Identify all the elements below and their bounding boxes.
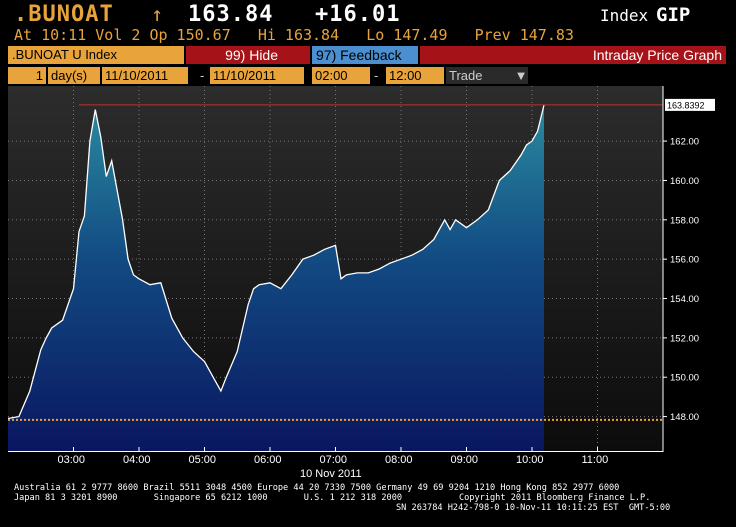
main-toolbar: .BUNOAT U Index 99) Hide 97) Feedback In… [8, 46, 726, 66]
up-arrow-icon: ↑ [151, 2, 164, 26]
y-tick-label: 152.00 [670, 333, 699, 344]
period-unit-select[interactable]: day(s) [48, 67, 100, 84]
x-tick-label: 06:00 [254, 454, 282, 466]
x-tick-label: 03:00 [57, 454, 86, 466]
security-field[interactable]: .BUNOAT U Index [8, 46, 184, 64]
y-tick-label: 154.00 [670, 294, 699, 305]
y-tick-label: 148.00 [670, 412, 699, 423]
y-axis: 148.00 150.00 152.00 154.00 156.00 158.00 160.… [662, 86, 699, 452]
y-tick-label: 158.00 [670, 215, 699, 226]
y-tick-label: 162.00 [670, 137, 699, 148]
index-label: Index [600, 6, 649, 25]
chevron-down-icon[interactable]: ▼ [514, 67, 528, 84]
price-change: +16.01 [315, 2, 401, 27]
ticker-symbol[interactable]: .BUNOAT [14, 2, 114, 27]
mode-select[interactable]: Trade [446, 67, 514, 84]
controls-toolbar: 1 day(s) 11/10/2011 - 11/10/2011 02:00 -… [8, 67, 726, 85]
footer-contacts-line1: Australia 61 2 9777 8600 Brazil 5511 304… [14, 483, 620, 493]
footer-contacts-line2: Japan 81 3 3201 8900 Singapore 65 6212 1… [14, 493, 651, 503]
quote-header: .BUNOAT ↑ 163.84 +16.01 Index GIP At 10:… [0, 0, 736, 46]
start-time-input[interactable]: 02:00 [312, 67, 370, 84]
date-range-dash: - [200, 68, 205, 83]
x-tick-label: 09:00 [450, 454, 479, 466]
toolbar-spacer [420, 46, 570, 64]
end-time-input[interactable]: 12:00 [386, 67, 444, 84]
x-tick-label: 08:00 [385, 454, 413, 466]
index-function-name: GIP [656, 4, 691, 26]
intraday-price-chart: 148.00 150.00 152.00 154.00 156.00 158.00 160.… [8, 86, 715, 452]
last-value-tag: 163.8392 [665, 98, 715, 111]
quote-stats-row: At 10:11 Vol 2 Op 150.67 Hi 163.84 Lo 14… [14, 26, 574, 44]
x-tick-label: 07:00 [319, 454, 348, 466]
x-axis-date-label: 10 Nov 2011 [300, 468, 362, 480]
y-tick-label: 160.00 [670, 176, 699, 187]
graph-title: Intraday Price Graph [570, 46, 726, 64]
period-count-input[interactable]: 1 [8, 67, 46, 84]
footer: Australia 61 2 9777 8600 Brazil 5511 304… [0, 483, 736, 527]
y-tick-label: 150.00 [670, 373, 699, 384]
start-date-input[interactable]: 11/10/2011 [102, 67, 188, 84]
x-tick-label: 05:00 [188, 454, 217, 466]
x-tick-label: 04:00 [123, 454, 151, 466]
end-date-input[interactable]: 11/10/2011 [210, 67, 304, 84]
last-value-tag-text: 163.8392 [667, 100, 705, 110]
feedback-button[interactable]: 97) Feedback [312, 46, 418, 64]
y-tick-label: 156.00 [670, 255, 699, 266]
last-price: 163.84 [188, 2, 274, 27]
hide-button[interactable]: 99) Hide [186, 46, 310, 64]
x-tick-label: 10:00 [516, 454, 544, 466]
x-tick-label: 11:00 [581, 454, 609, 466]
footer-session-line: SN 263784 H242-798-0 10-Nov-11 10:11:25 … [396, 503, 671, 513]
time-range-dash: - [374, 68, 379, 83]
